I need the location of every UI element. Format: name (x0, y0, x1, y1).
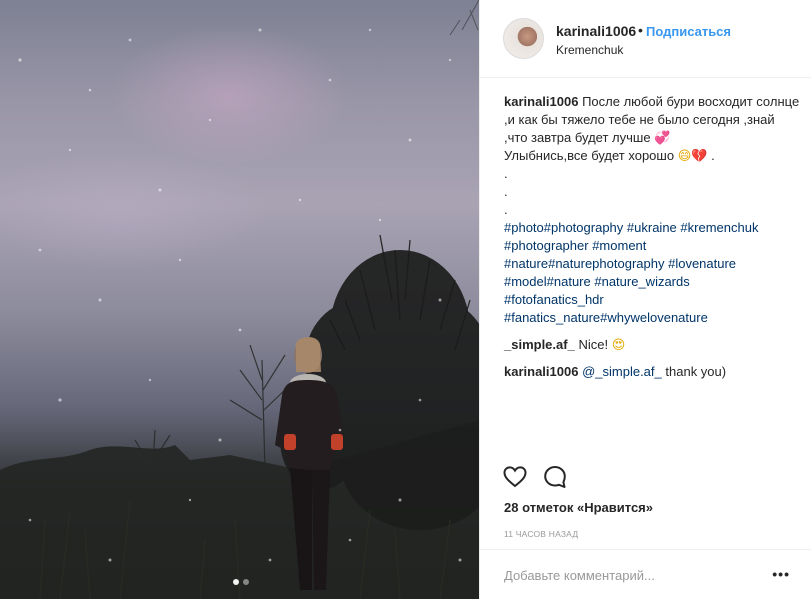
comment-text: Nice! (578, 337, 609, 352)
comment-item: karinali1006 @_simple.af_ thank you) (504, 363, 800, 381)
hashtag-link[interactable]: #kremenchuk (680, 220, 758, 235)
comment-text: thank you) (665, 364, 727, 379)
hashtag-link[interactable]: #nature (547, 274, 591, 289)
comment-username[interactable]: _simple.af_ (504, 337, 575, 352)
hashtag-link[interactable]: #naturephotography (548, 256, 664, 271)
avatar[interactable] (503, 18, 544, 59)
location-link[interactable]: Kremenchuk (556, 43, 623, 57)
hashtag-link[interactable]: #fotofanatics_hdr (504, 292, 604, 307)
hashtag-link[interactable]: #nature_wizards (594, 274, 689, 289)
hashtag-link[interactable]: #moment (592, 238, 646, 253)
header-separator: • (638, 22, 643, 38)
ellipsis-icon[interactable]: ••• (772, 566, 790, 582)
comment-username[interactable]: karinali1006 (504, 364, 578, 379)
photo-scene (0, 0, 479, 599)
hashtag-link[interactable]: #fanatics_nature (504, 310, 600, 325)
follow-button[interactable]: Подписаться (646, 24, 731, 39)
action-bar (502, 464, 568, 490)
comment-mention-link[interactable]: @_simple.af_ (582, 364, 662, 379)
hashtag-block: #photo#photography #ukraine #kremenchuk … (504, 219, 800, 327)
likes-count[interactable]: 28 отметок «Нравится» (504, 500, 653, 515)
hashtag-link[interactable]: #whywelovenature (600, 310, 708, 325)
hashtag-link[interactable]: #photographer (504, 238, 589, 253)
comment-input[interactable] (504, 562, 764, 588)
hashtag-link[interactable]: #nature (504, 256, 548, 271)
carousel-indicator (0, 579, 479, 585)
post-username[interactable]: karinali1006 (556, 23, 636, 39)
caption-emoji-hearts: 💞 (654, 130, 671, 145)
caption-dot: . (504, 184, 508, 199)
caption-line-2: Улыбнись,все будет хорошо 😄💔 . (504, 147, 800, 165)
caption-end: . (707, 148, 715, 163)
caption: karinali1006 После любой бури восходит с… (504, 93, 800, 327)
caption-dot: . (504, 202, 508, 217)
comment-emoji: 😍 (611, 337, 626, 352)
carousel-dot-active (232, 579, 239, 585)
caption-smile-text: Улыбнись,все будет хорошо (504, 148, 675, 163)
post-header: karinali1006 • Подписаться Kremenchuk (480, 0, 811, 78)
hashtag-link[interactable]: #ukraine (627, 220, 677, 235)
hashtag-link[interactable]: #photography (544, 220, 624, 235)
carousel-dot (242, 579, 249, 585)
add-comment-bar: ••• (480, 549, 811, 599)
heart-outline-icon[interactable] (502, 464, 528, 490)
hashtag-link[interactable]: #model (504, 274, 547, 289)
caption-username[interactable]: karinali1006 (504, 94, 578, 109)
caption-emoji-smile: 😄💔 (677, 148, 708, 163)
post-timestamp[interactable]: 11 часов назад (504, 529, 578, 539)
hashtag-link[interactable]: #lovenature (668, 256, 736, 271)
comments-section: karinali1006 После любой бури восходит с… (504, 93, 800, 381)
post-details-panel: karinali1006 • Подписаться Kremenchuk ka… (479, 0, 811, 599)
comment-item: _simple.af_ Nice! 😍 (504, 336, 800, 354)
speech-bubble-icon[interactable] (542, 464, 568, 490)
post-photo[interactable] (0, 0, 479, 599)
hashtag-link[interactable]: #photo (504, 220, 544, 235)
caption-dot: . (504, 166, 508, 181)
